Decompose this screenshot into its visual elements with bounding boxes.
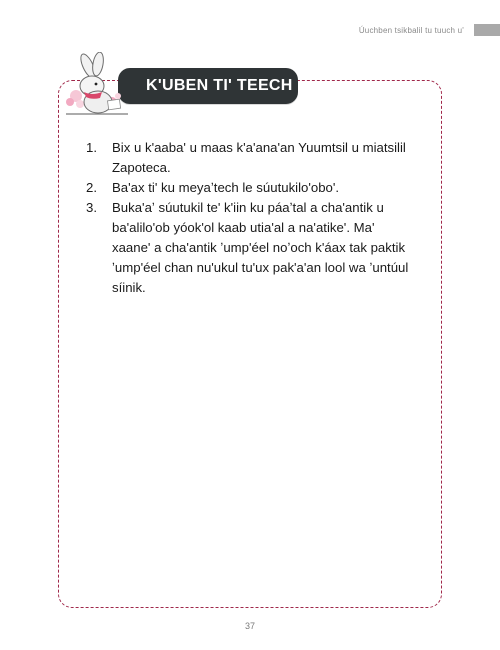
list-item: 3. Buka'aʼ súutukil te' k'iin ku páaʼtal… bbox=[86, 198, 416, 298]
rabbit-writing-icon bbox=[66, 52, 128, 115]
list-item: 1. Bix u k'aaba' u maas k'a'ana'an Yuumt… bbox=[86, 138, 416, 178]
page-number: 37 bbox=[244, 621, 255, 631]
item-number: 1. bbox=[86, 140, 97, 155]
header-bar bbox=[474, 24, 500, 36]
running-header: Úuchben tsikbalil tu tuuch u' bbox=[358, 26, 464, 35]
instruction-list: 1. Bix u k'aaba' u maas k'a'ana'an Yuumt… bbox=[86, 138, 416, 298]
item-number: 3. bbox=[86, 200, 97, 215]
item-text: Buka'aʼ súutukil te' k'iin ku páaʼtal a … bbox=[112, 200, 409, 295]
item-text: Ba'ax ti' ku meyaʼtech le súutukilo'obo'… bbox=[112, 180, 340, 195]
section-title: K'UBEN TI' TEECH bbox=[146, 77, 293, 94]
item-text: Bix u k'aaba' u maas k'a'ana'an Yuumtsil… bbox=[112, 140, 406, 175]
list-item: 2. Ba'ax ti' ku meyaʼtech le súutukilo'o… bbox=[86, 178, 416, 198]
title-tab: K'UBEN TI' TEECH bbox=[118, 68, 298, 104]
item-number: 2. bbox=[86, 180, 97, 195]
